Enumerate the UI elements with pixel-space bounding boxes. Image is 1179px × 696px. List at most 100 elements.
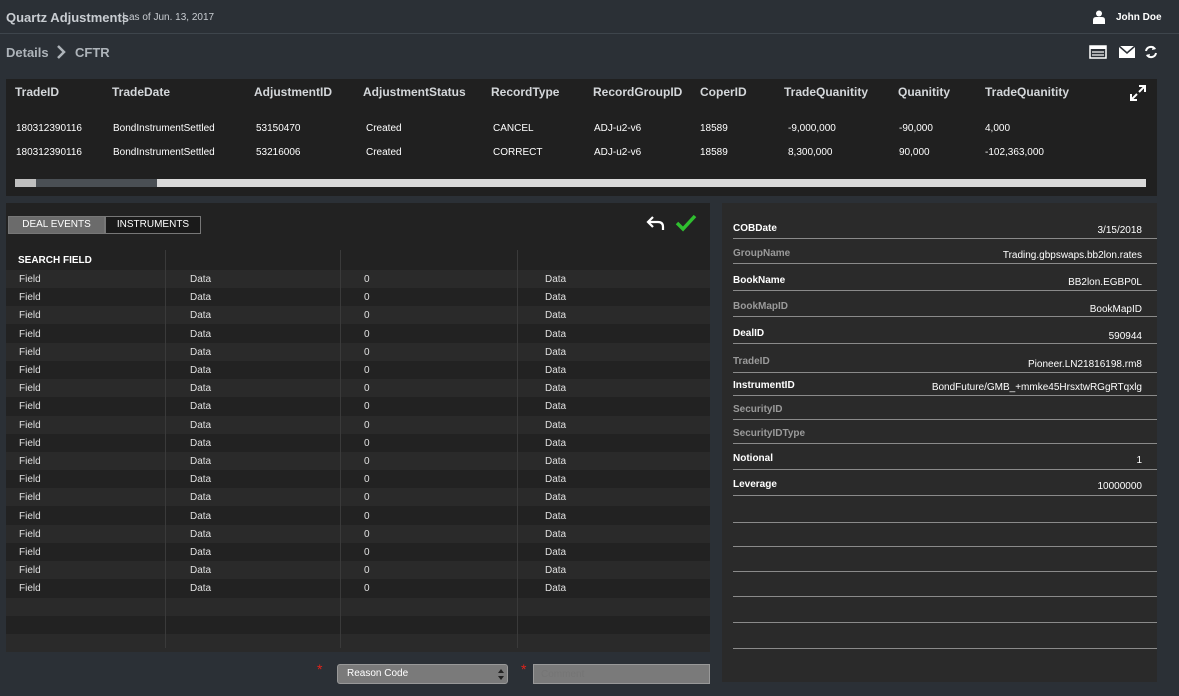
list-item[interactable]: Field Data 0 Data [6, 470, 710, 488]
list-item[interactable]: Field Data 0 Data [6, 488, 710, 507]
user-icon[interactable] [1093, 10, 1105, 24]
check-icon[interactable] [675, 213, 697, 233]
column-header[interactable]: TradeQuanitity [784, 85, 868, 99]
grid-cell: Field [19, 565, 41, 577]
grid-cell: 0 [364, 401, 370, 413]
list-item[interactable]: Field Data 0 Data [6, 306, 710, 325]
column-header[interactable]: TradeID [15, 85, 59, 99]
detail-value: Trading.gbpswaps.bb2lon.rates [1002, 250, 1142, 261]
scrollbar-thumb[interactable] [36, 179, 157, 187]
grid-cell: Field [19, 383, 41, 395]
grid-cell: Data [545, 437, 567, 449]
list-item[interactable]: Field Data 0 Data [6, 415, 710, 434]
list-item[interactable]: Field Data 0 Data [6, 379, 710, 398]
list-item[interactable]: Field Data 0 Data [6, 507, 710, 525]
grid-cell: Data [545, 510, 567, 522]
expand-icon[interactable] [1130, 85, 1146, 101]
list-item[interactable]: Field Data 0 Data [6, 452, 710, 470]
column-header[interactable]: CoperID [700, 85, 747, 99]
column-header[interactable]: AdjustmentStatus [363, 85, 466, 99]
table-cell: 180312390116 [16, 123, 82, 134]
grid-cell: Field [19, 456, 41, 467]
grid-cell: Data [190, 274, 212, 285]
grid-cell: Data [190, 365, 212, 376]
user-name[interactable]: John Doe [1116, 12, 1162, 23]
undo-icon[interactable] [646, 214, 666, 232]
list-item[interactable]: Field Data 0 Data [6, 561, 710, 580]
list-item[interactable]: Field Data 0 Data [6, 434, 710, 452]
detail-value: 10000000 [1097, 481, 1143, 492]
table-cell: -90,000 [899, 123, 933, 134]
grid-cell: 0 [364, 528, 370, 540]
list-view-icon[interactable] [1089, 44, 1107, 60]
grid-cell: Data [190, 510, 212, 522]
table-cell: Created [366, 123, 402, 134]
grid-cell: Data [545, 365, 567, 376]
search-field-label[interactable]: SEARCH FIELD [18, 255, 92, 266]
grid-cell: Field [19, 328, 41, 340]
column-divider [165, 250, 166, 648]
column-header[interactable]: RecordGroupID [593, 85, 682, 99]
tab-instruments[interactable]: INSTRUMENTS [105, 216, 201, 234]
tab-deal-events[interactable]: DEAL EVENTS [8, 216, 105, 234]
grid-cell: 0 [364, 492, 370, 504]
grid-cell: 0 [364, 292, 370, 304]
breadcrumb-details[interactable]: Details [6, 45, 49, 60]
empty-rule [733, 648, 1157, 649]
table-cell: 180312390116 [16, 147, 82, 158]
scrollbar-left-segment [15, 179, 36, 187]
grid-cell: Data [545, 565, 567, 577]
list-item[interactable]: Field Data 0 Data [6, 361, 710, 379]
horizontal-scrollbar[interactable] [15, 179, 1146, 187]
grid-cell: 0 [364, 383, 370, 395]
list-item[interactable]: Field Data 0 Data [6, 524, 710, 543]
list-item[interactable]: Field Data 0 Data [6, 342, 710, 361]
trade-details-panel: COBDate 3/15/2018 GroupName Trading.gbpswap… [722, 203, 1157, 682]
grid-cell: Field [19, 401, 41, 413]
table-cell: BondInstrumentSettled [113, 123, 215, 134]
comment-input[interactable] [533, 664, 710, 684]
list-item[interactable]: Field Data 0 Data [6, 325, 710, 343]
reason-code-value: Reason Code [347, 668, 409, 679]
empty-row [6, 634, 710, 652]
detail-label: TradeID [733, 356, 770, 367]
list-item[interactable]: Field Data 0 Data [6, 579, 710, 597]
detail-row: GroupName Trading.gbpswaps.bb2lon.rates [733, 245, 1157, 264]
detail-value: BB2lon.EGBP0L [1068, 277, 1142, 288]
table-cell: 53216006 [256, 147, 301, 158]
refresh-icon[interactable] [1144, 44, 1158, 60]
empty-row [6, 597, 710, 616]
grid-cell: Field [19, 292, 41, 304]
reason-code-select[interactable]: Reason Code [337, 664, 508, 684]
table-cell: ADJ-u2-v6 [594, 123, 642, 134]
grid-cell: Data [545, 328, 567, 340]
grid-cell: Field [19, 365, 41, 376]
search-row [6, 250, 710, 268]
list-item[interactable]: Field Data 0 Data [6, 543, 710, 561]
empty-rule [733, 546, 1157, 547]
grid-cell: 0 [364, 274, 370, 285]
mail-icon[interactable] [1118, 44, 1136, 60]
grid-cell: 0 [364, 474, 370, 486]
breadcrumb-cftr[interactable]: CFTR [75, 45, 110, 60]
list-item[interactable]: Field Data 0 Data [6, 397, 710, 415]
grid-cell: Data [545, 383, 567, 395]
detail-label: BookMapID [733, 301, 788, 312]
table-cell: ADJ-u2-v6 [594, 147, 642, 158]
column-header[interactable]: TradeQuanitity [985, 85, 1069, 99]
column-header[interactable]: RecordType [491, 85, 559, 99]
grid-cell: Data [190, 292, 212, 304]
grid-cell: Data [545, 401, 567, 413]
grid-cell: Field [19, 492, 41, 504]
list-item[interactable]: Field Data 0 Data [6, 270, 710, 288]
column-header[interactable]: TradeDate [112, 85, 170, 99]
grid-cell: Data [190, 401, 212, 413]
detail-value: 590944 [1108, 331, 1142, 342]
column-header[interactable]: Quanitity [898, 85, 950, 99]
column-header[interactable]: AdjustmentID [254, 85, 332, 99]
detail-label: SecurityID [733, 404, 783, 415]
list-item[interactable]: Field Data 0 Data [6, 288, 710, 306]
grid-cell: 0 [364, 456, 370, 467]
table-cell: 90,000 [899, 147, 930, 158]
grid-cell: 0 [364, 328, 370, 340]
